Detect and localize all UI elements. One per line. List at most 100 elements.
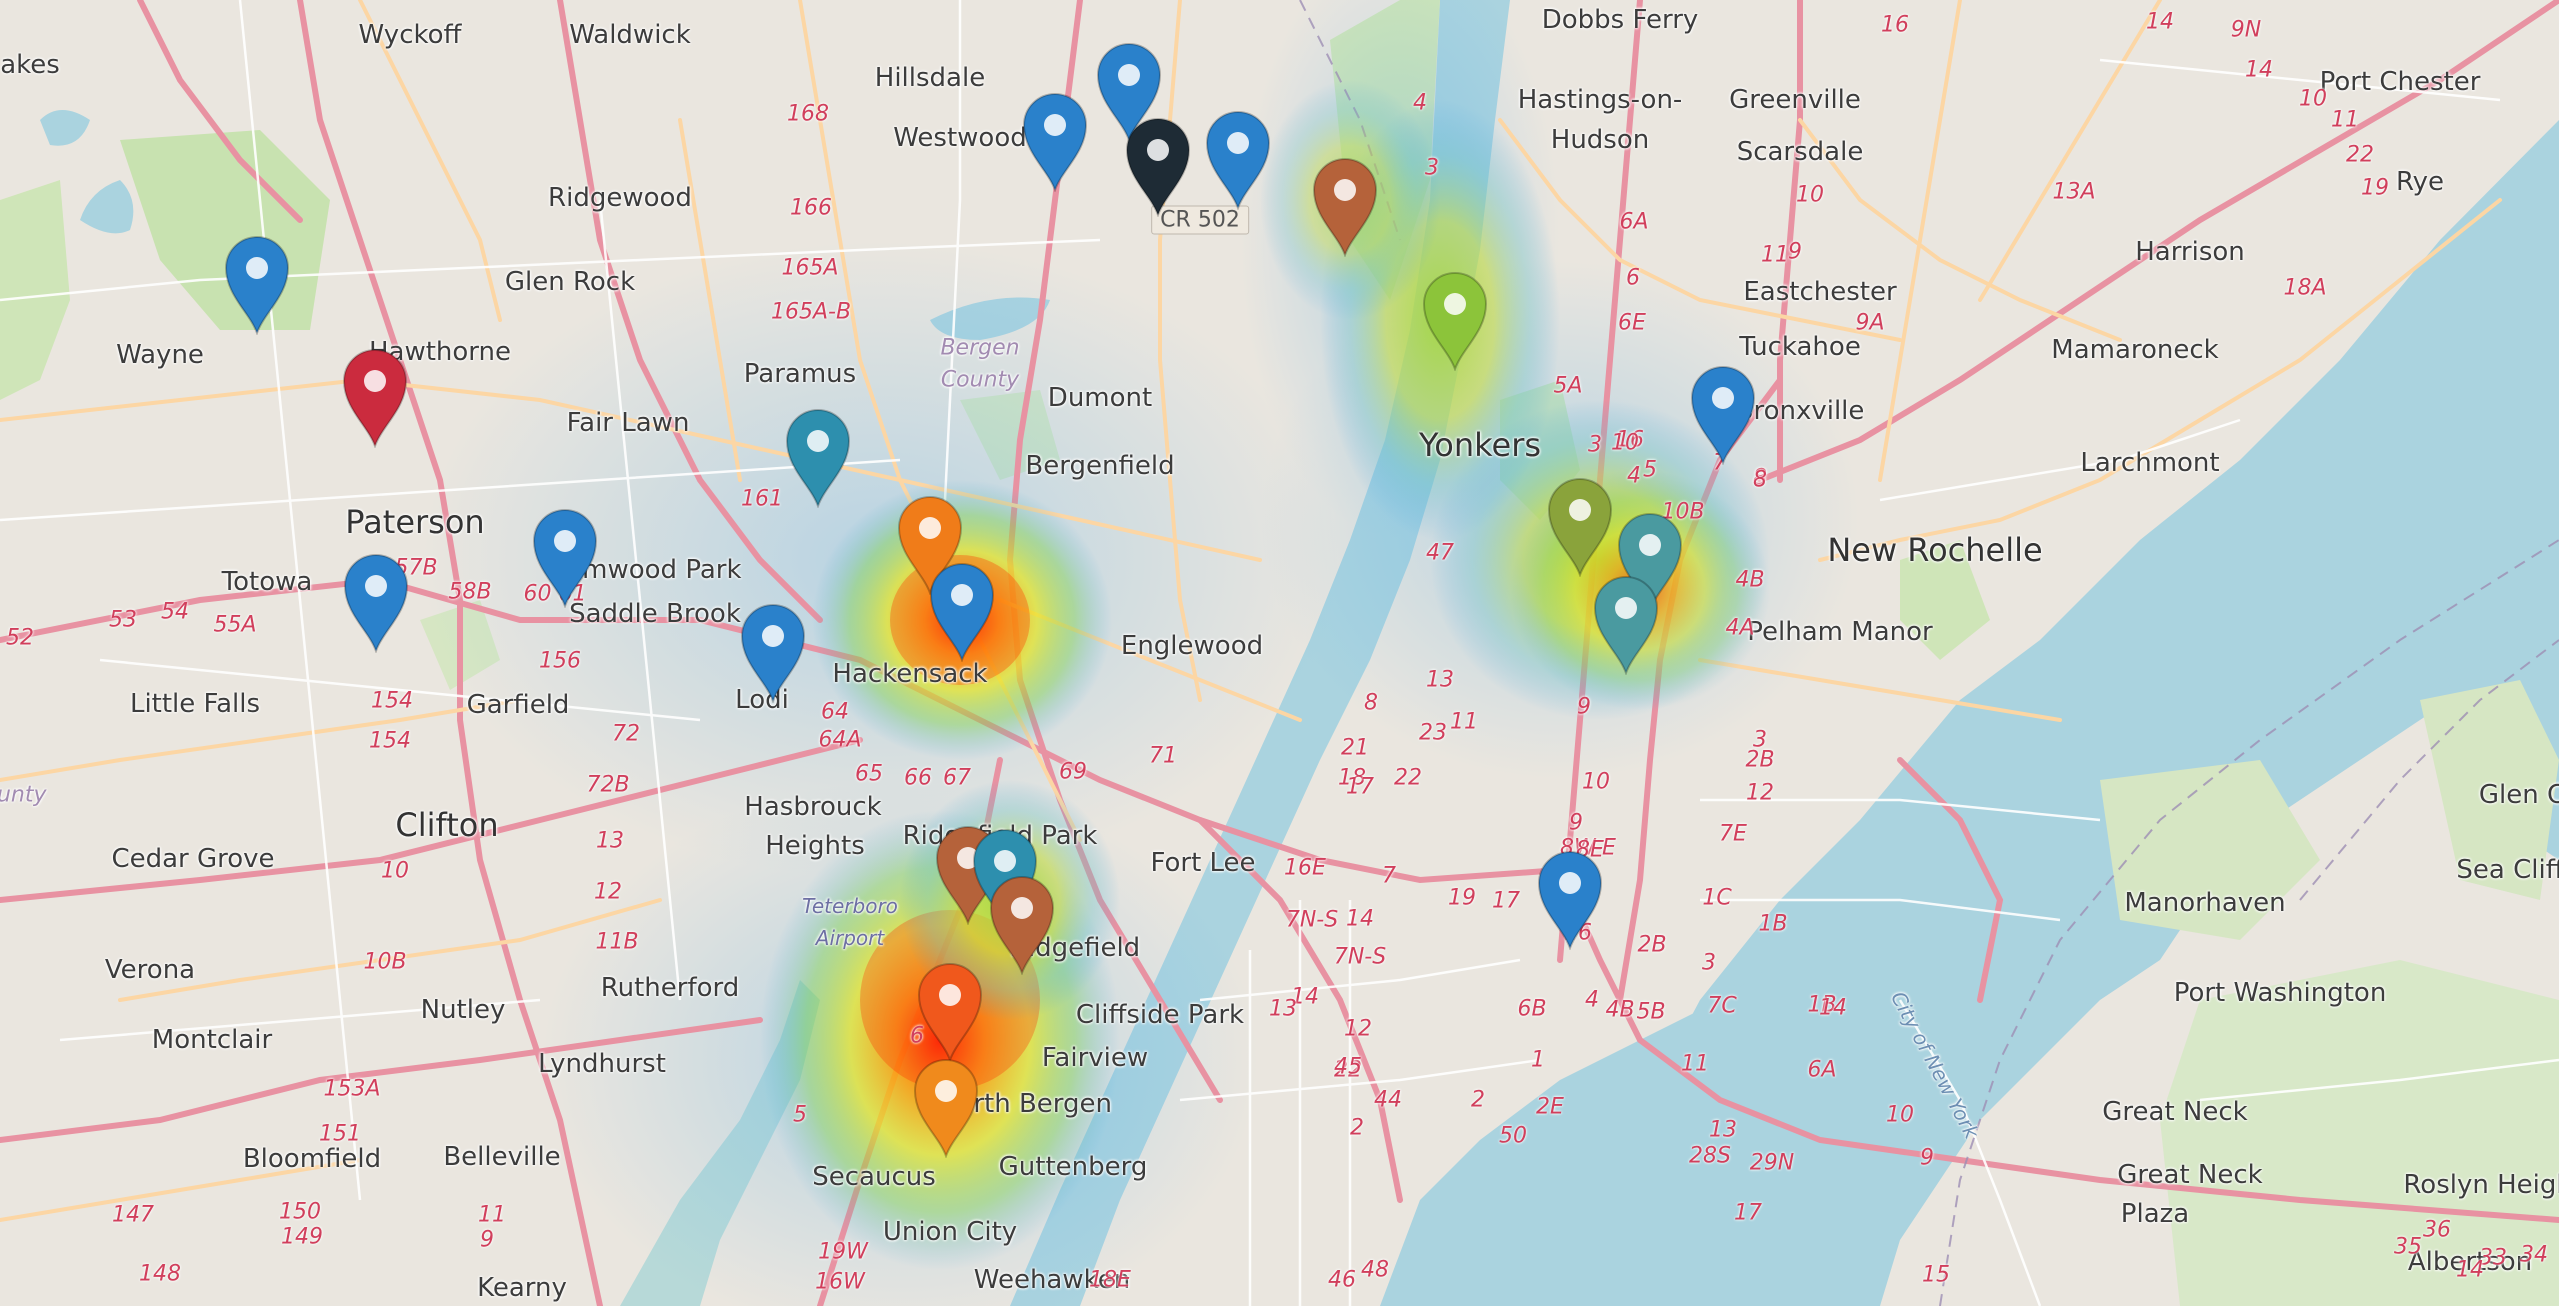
route-shield: 3 [1753,727,1767,753]
label-lakes: akes [0,50,60,80]
label-sea-cliff: Sea Cliff [2456,855,2559,885]
label-westwood: Westwood [893,123,1027,153]
map-marker-blue-2[interactable] [1020,92,1090,192]
label-guttenberg: Guttenberg [998,1152,1148,1182]
route-shield: 8 [1364,690,1378,716]
map-marker-orange-red[interactable] [915,962,985,1062]
label-rutherford: Rutherford [600,973,740,1003]
route-shield: 53 [109,607,137,633]
map-pin-icon [1690,366,1756,465]
route-shield: 71 [1149,743,1177,769]
map-pin-icon [740,604,806,703]
route-shield: 10 [1611,430,1639,456]
label-glen-cove: Glen Co [2478,780,2559,810]
map-marker-red[interactable] [340,348,410,448]
route-shield: 13 [1269,996,1297,1022]
map-marker-blue-5[interactable] [222,235,292,335]
route-shield: 5A [1553,373,1583,399]
map-view[interactable]: Wyckoff Waldwick Hillsdale Westwood Dobbs Fe… [0,0,2559,1306]
label-fair-lawn: Fair Lawn [566,408,690,438]
label-new-rochelle: New Rochelle [1827,531,2043,569]
route-shield: 19W [818,1239,868,1265]
route-shield: 150 [279,1199,321,1225]
route-shield: 13A [2052,179,2096,205]
map-pin-icon [989,876,1055,975]
route-shield: 2 [1350,1115,1364,1141]
route-shield: 9 [1569,810,1583,836]
route-shield: 16W [815,1269,865,1295]
label-hastings-2: Hudson [1550,125,1650,155]
route-shield: 12 [1746,780,1774,806]
route-shield: 18E [1089,1267,1131,1293]
route-shield: 72 [612,721,640,747]
label-wayne: Wayne [116,340,204,370]
route-shield: 154 [371,688,413,714]
label-pelham-manor: Pelham Manor [1747,617,1933,647]
route-shield: 9 [1788,239,1802,265]
map-marker-brown-3[interactable] [987,875,1057,975]
map-marker-blue-6[interactable] [927,562,997,662]
label-mamaroneck: Mamaroneck [2051,335,2219,365]
label-rye: Rye [2395,167,2445,197]
route-shield: 4 [1413,90,1427,116]
map-marker-black[interactable] [1123,117,1193,217]
route-shield: 4A [1725,615,1755,641]
map-marker-blue-7[interactable] [530,508,600,608]
map-marker-teal-1[interactable] [783,408,853,508]
map-marker-teal-3[interactable] [1591,575,1661,675]
map-marker-blue-9[interactable] [738,603,808,703]
route-shield: 18A [2283,275,2327,301]
route-shield: 151 [319,1121,361,1147]
label-garfield: Garfield [466,690,570,720]
label-hastings-1: Hastings-on- [1517,85,1683,115]
label-great-neck-plaza-1: Great Neck [2117,1160,2263,1190]
route-shield: 4 [1627,463,1641,489]
route-shield: 12 [1344,1016,1372,1042]
route-shield: 67 [943,765,971,791]
label-waldwick: Waldwick [569,20,691,50]
map-marker-blue-10[interactable] [1535,850,1605,950]
label-cliffside-park: Cliffside Park [1075,1000,1245,1030]
route-shield: 12 [594,879,622,905]
label-teterboro-2: Airport [815,926,885,950]
label-yonkers: Yonkers [1418,426,1542,464]
map-marker-green[interactable] [1420,271,1490,371]
route-shield: 66 [904,765,932,791]
map-marker-blue-4[interactable] [1688,365,1758,465]
map-marker-orange-2[interactable] [911,1058,981,1158]
route-shield: 9N [2230,17,2262,43]
label-roslyn-heights: Roslyn Heights [2403,1170,2559,1200]
route-shield: 47 [1426,540,1454,566]
route-shield: 21 [1341,735,1369,761]
label-county-edge: ounty [0,782,47,808]
route-shield: 10 [1582,769,1610,795]
route-shield: 11 [1761,242,1789,268]
route-shield: 149 [281,1224,323,1250]
route-shield: 16 [1881,12,1909,38]
label-montclair: Montclair [151,1025,273,1055]
route-shield: 5 [1643,457,1657,483]
route-shield: 4B [1735,567,1765,593]
route-shield: 44 [1374,1087,1402,1113]
route-shield: 14 [1346,906,1374,932]
map-marker-blue-3[interactable] [1203,110,1273,210]
map-marker-blue-8[interactable] [341,553,411,653]
map-marker-brown-1[interactable] [1310,157,1380,257]
route-shield: 28S [1689,1143,1731,1169]
route-shield: 22 [2346,142,2374,168]
label-kearny: Kearny [477,1273,567,1303]
route-shield: 34 [2520,1242,2548,1268]
map-marker-olive[interactable] [1545,477,1615,577]
route-shield: 161 [741,486,783,512]
label-hasbrouck-2: Heights [765,831,865,861]
route-shield: 72B [586,772,630,798]
label-glen-rock: Glen Rock [504,267,636,297]
route-shield: 1 [1531,1047,1545,1073]
route-shield: 22 [1394,765,1422,791]
route-shield: 6B [1517,996,1547,1022]
route-shield: 9 [480,1227,494,1253]
label-verona: Verona [104,955,196,985]
label-nutley: Nutley [420,995,506,1025]
label-fort-lee: Fort Lee [1150,848,1256,878]
label-wyckoff: Wyckoff [358,20,462,50]
